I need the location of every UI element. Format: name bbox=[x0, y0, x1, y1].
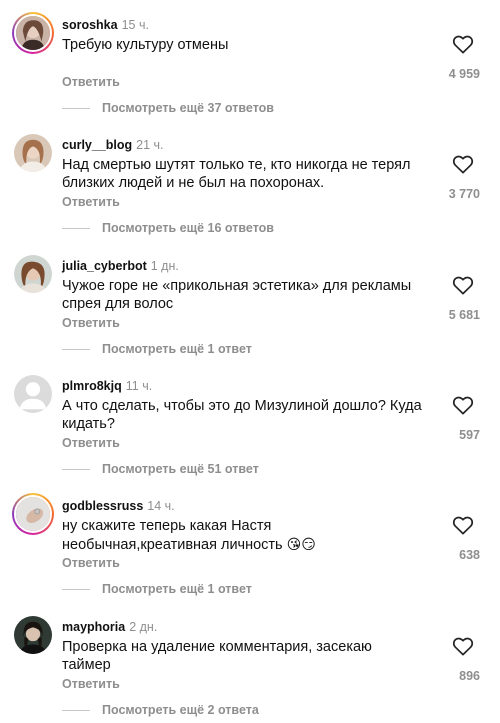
like-count: 638 bbox=[459, 548, 480, 562]
view-replies-button[interactable]: Посмотреть ещё 1 ответ bbox=[62, 342, 252, 356]
comment-item: godblessruss 14 ч. ну скажите теперь кака… bbox=[0, 481, 500, 601]
comment-header: curly__blog 21 ч. bbox=[62, 138, 164, 153]
view-replies-button[interactable]: Посмотреть ещё 37 ответов bbox=[62, 101, 274, 115]
avatar-photo-icon bbox=[14, 255, 52, 293]
comment-item: mayphoria 2 дн. Проверка на удаление комм… bbox=[0, 602, 500, 722]
heart-icon[interactable] bbox=[452, 154, 474, 174]
comment-header: plmro8kjq 11 ч. bbox=[62, 379, 152, 394]
reply-button[interactable]: Ответить bbox=[62, 316, 120, 330]
username[interactable]: soroshka bbox=[62, 18, 118, 32]
comment-header: godblessruss 14 ч. bbox=[62, 499, 175, 514]
divider-line bbox=[62, 228, 90, 230]
comment-text-body: ну скажите теперь какая Настя необычная,… bbox=[62, 518, 283, 553]
timestamp: 11 ч. bbox=[125, 379, 153, 393]
like-count: 4 959 bbox=[448, 67, 480, 81]
comment-header: soroshka 15 ч. bbox=[62, 18, 149, 33]
username[interactable]: plmro8kjq bbox=[62, 379, 122, 393]
heart-icon[interactable] bbox=[452, 34, 474, 54]
comment-text: Проверка на удаление комментария, засека… bbox=[62, 639, 372, 673]
like-block: 597 bbox=[424, 395, 480, 442]
username[interactable]: godblessruss bbox=[62, 499, 143, 513]
divider-line bbox=[62, 349, 90, 351]
reply-button[interactable]: Ответить bbox=[62, 75, 120, 89]
timestamp: 1 дн. bbox=[150, 259, 179, 273]
username[interactable]: curly__blog bbox=[62, 138, 132, 152]
heart-icon[interactable] bbox=[452, 275, 474, 295]
avatar-photo-icon bbox=[16, 16, 50, 50]
comment-item: soroshka 15 ч. Требую культуру отмены Отв… bbox=[0, 0, 500, 120]
comment-text: А что сделать, чтобы это до Мизулиной до… bbox=[62, 398, 422, 432]
comment-header: mayphoria 2 дн. bbox=[62, 620, 157, 635]
comment-header: julia_cyberbot 1 дн. bbox=[62, 259, 179, 274]
divider-line bbox=[62, 469, 90, 471]
avatar[interactable] bbox=[14, 375, 52, 413]
comment-text: ну скажите теперь какая Настя необычная,… bbox=[62, 517, 422, 554]
avatar[interactable] bbox=[12, 493, 54, 535]
heart-icon[interactable] bbox=[452, 636, 474, 656]
like-block: 896 bbox=[424, 636, 480, 683]
avatar[interactable] bbox=[14, 255, 52, 293]
like-block: 4 959 bbox=[424, 34, 480, 81]
reply-button[interactable]: Ответить bbox=[62, 556, 120, 570]
divider-line bbox=[62, 710, 90, 712]
heart-icon[interactable] bbox=[452, 395, 474, 415]
like-count: 3 770 bbox=[448, 187, 480, 201]
reply-button[interactable]: Ответить bbox=[62, 677, 120, 691]
comment-text: Требую культуру отмены bbox=[62, 37, 229, 53]
username[interactable]: mayphoria bbox=[62, 620, 125, 634]
avatar-photo-icon bbox=[14, 616, 52, 654]
default-avatar-icon bbox=[14, 375, 52, 413]
avatar[interactable] bbox=[14, 134, 52, 172]
timestamp: 14 ч. bbox=[147, 499, 175, 513]
view-replies-label: Посмотреть ещё 51 ответ bbox=[102, 462, 259, 476]
like-block: 5 681 bbox=[424, 275, 480, 322]
divider-line bbox=[62, 589, 90, 591]
like-block: 638 bbox=[424, 515, 480, 562]
timestamp: 15 ч. bbox=[121, 18, 149, 32]
comment-text: Чужое горе не «прикольная эстетика» для … bbox=[62, 278, 412, 312]
view-replies-label: Посмотреть ещё 16 ответов bbox=[102, 221, 274, 235]
view-replies-label: Посмотреть ещё 1 ответ bbox=[102, 342, 252, 356]
avatar[interactable] bbox=[14, 616, 52, 654]
emoji: 😘😏 bbox=[286, 536, 316, 552]
timestamp: 21 ч. bbox=[136, 138, 164, 152]
avatar[interactable] bbox=[12, 12, 54, 54]
heart-icon[interactable] bbox=[452, 515, 474, 535]
timestamp: 2 дн. bbox=[129, 620, 158, 634]
comments-list: soroshka 15 ч. Требую культуру отмены Отв… bbox=[0, 0, 500, 723]
view-replies-label: Посмотреть ещё 2 ответа bbox=[102, 703, 259, 717]
username[interactable]: julia_cyberbot bbox=[62, 259, 147, 273]
view-replies-label: Посмотреть ещё 37 ответов bbox=[102, 101, 274, 115]
reply-button[interactable]: Ответить bbox=[62, 436, 120, 450]
avatar-photo-icon bbox=[14, 134, 52, 172]
view-replies-button[interactable]: Посмотреть ещё 2 ответа bbox=[62, 703, 259, 717]
comment-text: Над смертью шутят только те, кто никогда… bbox=[62, 157, 411, 191]
comment-item: julia_cyberbot 1 дн. Чужое горе не «прико… bbox=[0, 241, 500, 361]
avatar-photo-icon bbox=[16, 497, 50, 531]
like-count: 896 bbox=[459, 669, 480, 683]
comment-item: curly__blog 21 ч. Над смертью шутят тольк… bbox=[0, 120, 500, 240]
view-replies-label: Посмотреть ещё 1 ответ bbox=[102, 582, 252, 596]
reply-button[interactable]: Ответить bbox=[62, 195, 120, 209]
like-count: 597 bbox=[459, 428, 480, 442]
view-replies-button[interactable]: Посмотреть ещё 16 ответов bbox=[62, 221, 274, 235]
view-replies-button[interactable]: Посмотреть ещё 1 ответ bbox=[62, 582, 252, 596]
divider-line bbox=[62, 108, 90, 110]
comment-item: plmro8kjq 11 ч. А что сделать, чтобы это … bbox=[0, 361, 500, 481]
view-replies-button[interactable]: Посмотреть ещё 51 ответ bbox=[62, 462, 259, 476]
like-block: 3 770 bbox=[424, 154, 480, 201]
like-count: 5 681 bbox=[448, 308, 480, 322]
